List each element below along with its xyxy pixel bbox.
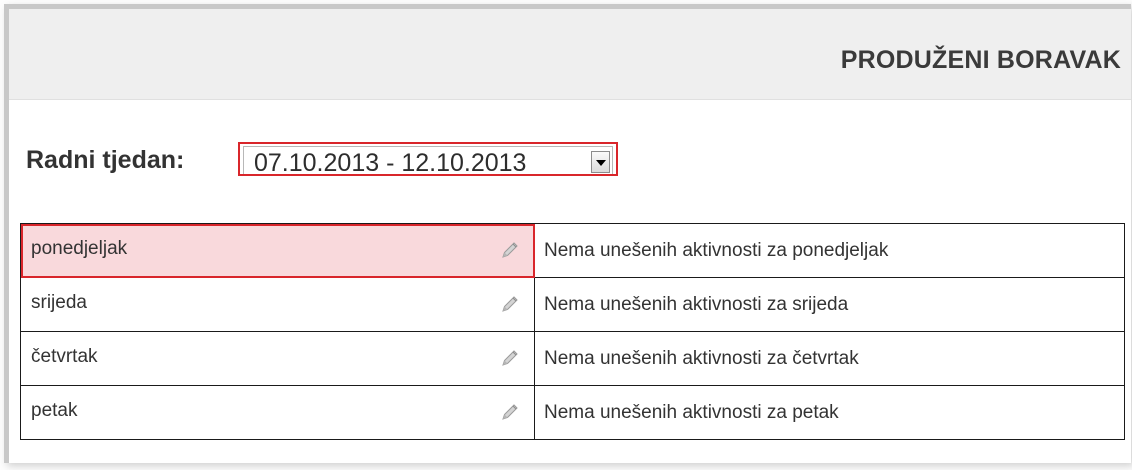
pencil-icon[interactable] — [500, 294, 520, 314]
day-activity-note: Nema unešenih aktivnosti za ponedjeljak — [534, 223, 1125, 278]
day-name: srijeda — [31, 292, 87, 313]
week-label: Radni tjedan: — [26, 146, 185, 174]
week-select-value[interactable]: 07.10.2013 - 12.10.2013 — [254, 149, 526, 178]
page-title: PRODUŽENI BORAVAK — [840, 46, 1121, 74]
day-name: petak — [31, 400, 78, 421]
pencil-icon[interactable] — [500, 402, 520, 422]
week-select-field[interactable]: 07.10.2013 - 12.10.2013 — [243, 146, 613, 177]
day-activity-note: Nema unešenih aktivnosti za petak — [534, 385, 1125, 440]
day-activity-note: Nema unešenih aktivnosti za srijeda — [534, 277, 1125, 332]
day-cell[interactable]: srijeda — [20, 277, 535, 332]
week-select[interactable]: 07.10.2013 - 12.10.2013 — [238, 142, 618, 177]
week-dropdown-button[interactable] — [591, 151, 610, 173]
day-cell[interactable]: ponedjeljak — [20, 223, 535, 278]
chevron-down-icon — [596, 160, 606, 166]
page-header: PRODUŽENI BORAVAK — [9, 9, 1131, 100]
day-name: ponedjeljak — [31, 238, 128, 259]
day-row[interactable]: petak Nema unešenih aktivnosti za petak — [20, 385, 1125, 440]
days-table: ponedjeljak Nema unešenih aktivnosti za p… — [20, 223, 1125, 440]
day-cell[interactable]: četvrtak — [20, 331, 535, 386]
day-name: četvrtak — [31, 346, 98, 367]
pencil-icon[interactable] — [500, 348, 520, 368]
day-activity-note: Nema unešenih aktivnosti za četvrtak — [534, 331, 1125, 386]
day-row[interactable]: ponedjeljak Nema unešenih aktivnosti za p… — [20, 223, 1125, 278]
day-row[interactable]: četvrtak Nema unešenih aktivnosti za četv… — [20, 331, 1125, 386]
day-cell[interactable]: petak — [20, 385, 535, 440]
day-row[interactable]: srijeda Nema unešenih aktivnosti za srije… — [20, 277, 1125, 332]
app-window: PRODUŽENI BORAVAK Radni tjedan: 07.10.20… — [4, 4, 1131, 463]
pencil-icon[interactable] — [500, 240, 520, 260]
